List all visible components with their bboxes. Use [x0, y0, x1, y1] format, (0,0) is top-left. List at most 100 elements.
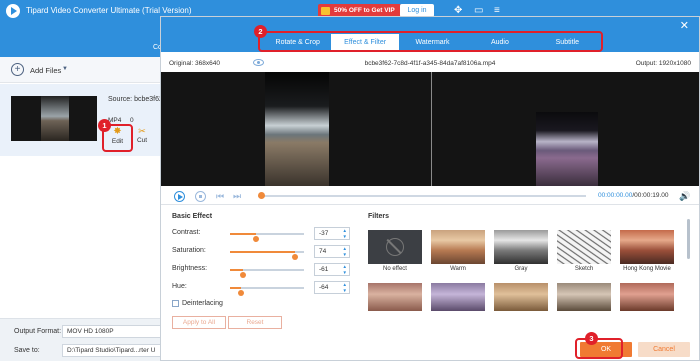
contrast-handle[interactable]	[252, 236, 259, 242]
filter-label: No effect	[383, 266, 407, 272]
apply-to-all-button[interactable]: Apply to All	[172, 316, 226, 329]
filter-label: Sketch	[574, 266, 594, 272]
bottom-bar: Output Format: MOV HD 1080P Save to: D:\…	[0, 318, 162, 361]
saturation-value: 74	[319, 248, 327, 255]
filter-label: Warm	[450, 266, 466, 272]
hong-kong-movie-thumbnail	[620, 230, 674, 264]
add-icon[interactable]: +	[11, 63, 24, 76]
filter-thumbnail	[368, 283, 422, 311]
brightness-slider[interactable]	[230, 269, 304, 278]
output-format-select[interactable]: MOV HD 1080P	[62, 325, 162, 338]
hue-slider[interactable]	[230, 287, 304, 296]
hue-row: Hue: -64 ▲ ▼	[172, 281, 352, 296]
save-to-field[interactable]: D:\Tipard Studio\Tipard...rter U	[62, 344, 162, 357]
volume-icon[interactable]: 🔊	[679, 191, 690, 202]
filter-hong-kong-movie[interactable]: Hong Kong Movie	[620, 230, 674, 272]
contrast-input[interactable]: -37 ▲ ▼	[314, 227, 350, 240]
cancel-button[interactable]: Cancel	[638, 342, 690, 357]
chevron-down-icon[interactable]: ▼	[62, 66, 68, 72]
video-thumbnail[interactable]	[11, 96, 97, 141]
deinterlacing-label: Deinterlacing	[182, 300, 223, 307]
app-title: Tipard Video Converter Ultimate (Trial V…	[26, 6, 192, 15]
saturation-label: Saturation:	[172, 247, 206, 254]
filter-tile[interactable]	[431, 283, 485, 311]
filter-tile[interactable]	[557, 283, 611, 311]
prev-frame-icon[interactable]: ⏮	[216, 191, 224, 201]
annotation-badge-1: 1	[98, 119, 111, 132]
original-preview	[265, 72, 329, 186]
filter-thumbnail	[494, 283, 548, 311]
reset-button[interactable]: Reset	[228, 316, 282, 329]
filter-tile[interactable]	[368, 283, 422, 311]
file-name: bcbe3f62-7c8d-4f1f-a345-84da7af8106a.mp4	[364, 60, 496, 67]
spinner-icon[interactable]: ▲ ▼	[343, 282, 347, 293]
thumbnail-frame	[41, 96, 69, 141]
play-icon[interactable]	[174, 191, 185, 202]
no-effect-thumbnail	[368, 230, 422, 264]
time-total: /00:00:19.00	[632, 192, 669, 199]
preview-divider	[431, 72, 432, 186]
saturation-row: Saturation: 74 ▲ ▼	[172, 245, 352, 260]
filter-label: Hong Kong Movie	[623, 266, 671, 272]
hue-input[interactable]: -64 ▲ ▼	[314, 281, 350, 294]
filters-scrollbar[interactable]	[687, 219, 690, 259]
hue-label: Hue:	[172, 283, 187, 290]
progress-track[interactable]	[258, 195, 586, 197]
filters-title: Filters	[368, 213, 390, 220]
saturation-handle[interactable]	[292, 254, 299, 260]
filter-gray[interactable]: Gray	[494, 230, 548, 272]
edit-dialog: ✕ Rotate & Crop Effect & Filter Watermar…	[160, 16, 700, 361]
brightness-label: Brightness:	[172, 265, 208, 272]
saturation-input[interactable]: 74 ▲ ▼	[314, 245, 350, 258]
sketch-thumbnail	[557, 230, 611, 264]
hue-value: -64	[319, 284, 329, 291]
annotation-box-ok	[575, 338, 623, 359]
time-current: 00:00:00.00	[598, 192, 633, 199]
warm-thumbnail	[431, 230, 485, 264]
format-extra: 0	[130, 117, 134, 124]
filter-tile[interactable]	[620, 283, 674, 311]
brightness-value: -61	[319, 266, 329, 273]
contrast-value: -37	[319, 230, 329, 237]
contrast-slider[interactable]	[230, 233, 304, 242]
spinner-icon[interactable]: ▲ ▼	[343, 228, 347, 239]
progress-handle[interactable]	[258, 192, 265, 199]
filter-tile[interactable]	[494, 283, 548, 311]
hue-handle[interactable]	[238, 290, 245, 296]
basic-effect-title: Basic Effect	[172, 213, 213, 220]
brightness-input[interactable]: -61 ▲ ▼	[314, 263, 350, 276]
playback-bar: ⏮ ⏭ 00:00:00.00/00:00:19.00 🔊	[161, 187, 699, 205]
brightness-handle[interactable]	[239, 272, 246, 278]
add-files-button[interactable]: Add Files	[30, 66, 61, 75]
filter-sketch[interactable]: Sketch	[557, 230, 611, 272]
spinner-icon[interactable]: ▲ ▼	[343, 264, 347, 275]
cut-button[interactable]: ✂ Cut	[133, 126, 151, 144]
saturation-slider[interactable]	[230, 251, 304, 260]
filter-no-effect[interactable]: No effect	[368, 230, 422, 272]
filter-thumbnail	[620, 283, 674, 311]
gift-icon	[321, 7, 330, 15]
save-to-label: Save to:	[14, 347, 40, 354]
filter-label: Gray	[514, 266, 528, 272]
time-display: 00:00:00.00/00:00:19.00	[598, 192, 669, 199]
output-format-label: Output Format:	[14, 328, 62, 335]
scissors-icon: ✂	[138, 126, 146, 136]
nav-bar: Co	[0, 22, 162, 57]
deinterlacing-checkbox[interactable]	[172, 300, 179, 307]
filter-warm[interactable]: Warm	[431, 230, 485, 272]
annotation-box-tabs	[258, 31, 603, 52]
file-row: Source: bcbe3f62 MP4 0 ✸ Edit ✂ Cut	[0, 84, 163, 156]
close-icon[interactable]: ✕	[680, 19, 689, 32]
annotation-badge-3: 3	[585, 332, 598, 345]
brightness-row: Brightness: -61 ▲ ▼	[172, 263, 352, 278]
spinner-icon[interactable]: ▲ ▼	[343, 246, 347, 257]
next-frame-icon[interactable]: ⏭	[233, 191, 241, 201]
app-logo-icon	[6, 4, 20, 18]
contrast-label: Contrast:	[172, 229, 201, 236]
filter-thumbnail	[431, 283, 485, 311]
add-files-bar: + Add Files ▼	[0, 57, 160, 83]
source-label: Source: bcbe3f62	[108, 96, 163, 103]
info-bar: Original: 368x640 bcbe3f62-7c8d-4f1f-a34…	[161, 56, 699, 71]
filter-thumbnail	[557, 283, 611, 311]
stop-icon[interactable]	[195, 191, 206, 202]
